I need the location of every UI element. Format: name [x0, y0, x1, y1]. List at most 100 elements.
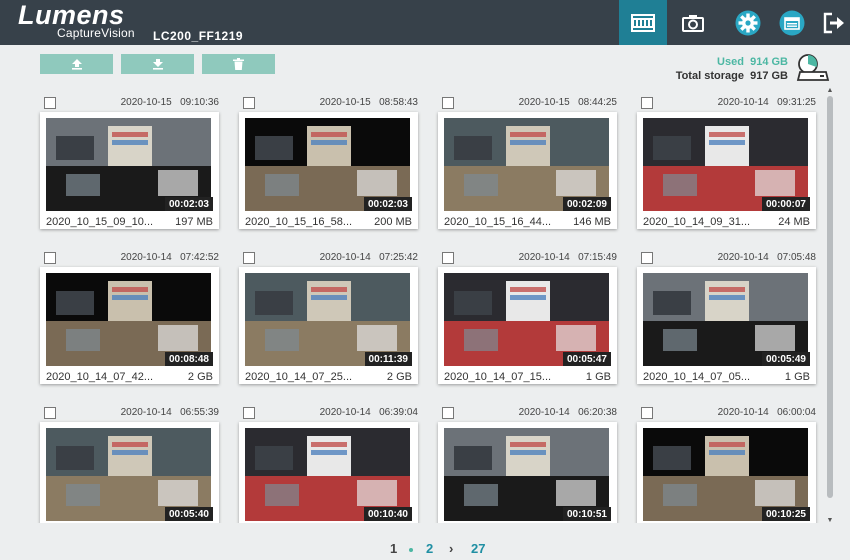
upload-button[interactable]	[40, 54, 113, 74]
recording-card[interactable]: 2020-10-14 06:55:39 00:05:40	[40, 400, 219, 523]
file-size: 2 GB	[187, 371, 213, 383]
next-page-chevron-icon[interactable]: ›	[449, 541, 453, 556]
video-duration: 00:10:51	[562, 507, 611, 521]
storage-used-label: Used	[717, 56, 744, 68]
grid-scrollbar[interactable]: ▲ ▼	[824, 86, 836, 526]
scrollbar-thumb[interactable]	[827, 96, 833, 498]
scroll-up-arrow-icon[interactable]: ▲	[824, 86, 836, 96]
select-checkbox[interactable]	[442, 407, 454, 419]
file-name: 2020_10_15_16_58...	[245, 216, 353, 228]
video-duration: 00:10:25	[761, 507, 810, 521]
recording-card-body[interactable]: 00:11:39 2020_10_14_07_25... 2 GB	[239, 267, 418, 384]
settings-gear-icon	[735, 10, 761, 35]
video-duration: 00:11:39	[364, 352, 412, 366]
page-next-number[interactable]: 2	[426, 541, 433, 556]
download-button[interactable]	[121, 54, 194, 74]
nav-recordings-button[interactable]	[619, 0, 667, 45]
select-checkbox[interactable]	[44, 407, 56, 419]
recording-card-body[interactable]: 00:10:25	[637, 422, 816, 523]
nav-camera-button[interactable]	[669, 0, 717, 45]
select-checkbox[interactable]	[44, 97, 56, 109]
recording-card[interactable]: 2020-10-14 07:42:52 00:08:48 2020_10_14_07…	[40, 245, 219, 384]
recording-card-header: 2020-10-14 07:25:42	[239, 245, 418, 267]
video-duration: 00:02:03	[164, 197, 213, 211]
recording-card[interactable]: 2020-10-14 07:05:48 00:05:49 2020_10_14_07…	[637, 245, 816, 384]
video-duration: 00:10:40	[363, 507, 412, 521]
select-checkbox[interactable]	[641, 252, 653, 264]
recording-card[interactable]: 2020-10-15 08:44:25 00:02:09 2020_10_15_16…	[438, 90, 617, 229]
video-duration: 00:02:03	[363, 197, 412, 211]
video-duration: 00:05:47	[562, 352, 611, 366]
recording-card-header: 2020-10-15 09:10:36	[40, 90, 219, 112]
storage-info: Used 914 GB Total storage 917 GB	[676, 55, 788, 83]
file-size: 1 GB	[585, 371, 611, 383]
storage-used-value: 914 GB	[750, 56, 788, 68]
recording-card-header: 2020-10-14 07:15:49	[438, 245, 617, 267]
recording-card-body[interactable]: 00:02:03 2020_10_15_16_58... 200 MB	[239, 112, 418, 229]
delete-icon	[233, 58, 244, 70]
recording-card-header: 2020-10-14 06:55:39	[40, 400, 219, 422]
camera-icon	[682, 14, 704, 32]
recording-datetime: 2020-10-14 07:25:42	[319, 252, 418, 263]
page-current[interactable]: 1	[390, 541, 397, 556]
recording-card-body[interactable]: 00:05:49 2020_10_14_07_05... 1 GB	[637, 267, 816, 384]
file-name: 2020_10_14_09_31...	[643, 216, 751, 228]
recording-datetime: 2020-10-14 07:05:48	[717, 252, 816, 263]
recording-datetime: 2020-10-14 06:20:38	[518, 407, 617, 418]
nav-settings-button[interactable]	[724, 0, 772, 45]
select-checkbox[interactable]	[243, 407, 255, 419]
recording-card[interactable]: 2020-10-14 09:31:25 00:00:07 2020_10_14_09…	[637, 90, 816, 229]
recording-card-header: 2020-10-15 08:44:25	[438, 90, 617, 112]
recording-datetime: 2020-10-14 06:00:04	[717, 407, 816, 418]
file-name: 2020_10_14_07_42...	[46, 371, 154, 383]
recording-datetime: 2020-10-15 09:10:36	[120, 97, 219, 108]
recording-card-header: 2020-10-15 08:58:43	[239, 90, 418, 112]
select-checkbox[interactable]	[44, 252, 56, 264]
recording-datetime: 2020-10-14 06:55:39	[120, 407, 219, 418]
file-size: 146 MB	[573, 216, 611, 228]
recording-card[interactable]: 2020-10-14 06:39:04 00:10:40	[239, 400, 418, 523]
select-checkbox[interactable]	[641, 407, 653, 419]
select-checkbox[interactable]	[442, 97, 454, 109]
select-checkbox[interactable]	[641, 97, 653, 109]
recording-card-body[interactable]: 00:10:40	[239, 422, 418, 523]
page-last-number[interactable]: 27	[471, 541, 485, 556]
recording-card-header: 2020-10-14 09:31:25	[637, 90, 816, 112]
recording-card-body[interactable]: 00:00:07 2020_10_14_09_31... 24 MB	[637, 112, 816, 229]
recording-card[interactable]: 2020-10-14 07:15:49 00:05:47 2020_10_14_07…	[438, 245, 617, 384]
delete-button[interactable]	[202, 54, 275, 74]
recording-card-body[interactable]: 00:05:40	[40, 422, 219, 523]
file-name: 2020_10_15_16_44...	[444, 216, 552, 228]
logout-icon	[823, 12, 844, 33]
select-checkbox[interactable]	[442, 252, 454, 264]
download-icon	[152, 59, 163, 70]
video-duration: 00:08:48	[164, 352, 213, 366]
select-checkbox[interactable]	[243, 252, 255, 264]
recording-card-body[interactable]: 00:05:47 2020_10_14_07_15... 1 GB	[438, 267, 617, 384]
recording-card-header: 2020-10-14 06:00:04	[637, 400, 816, 422]
recording-card-body[interactable]: 00:02:03 2020_10_15_09_10... 197 MB	[40, 112, 219, 229]
recording-card[interactable]: 2020-10-14 06:00:04 00:10:25	[637, 400, 816, 523]
recording-datetime: 2020-10-14 06:39:04	[319, 407, 418, 418]
recording-card-header: 2020-10-14 07:42:52	[40, 245, 219, 267]
file-size: 200 MB	[374, 216, 412, 228]
recording-card[interactable]: 2020-10-14 06:20:38 00:10:51	[438, 400, 617, 523]
recording-card-body[interactable]: 00:10:51	[438, 422, 617, 523]
recording-card[interactable]: 2020-10-15 09:10:36 00:02:03 2020_10_15_09…	[40, 90, 219, 229]
recording-card-header: 2020-10-14 07:05:48	[637, 245, 816, 267]
recording-card[interactable]: 2020-10-15 08:58:43 00:02:03 2020_10_15_16…	[239, 90, 418, 229]
nav-logout-button[interactable]	[810, 0, 850, 45]
scroll-down-arrow-icon[interactable]: ▼	[824, 516, 836, 526]
recording-card-body[interactable]: 00:02:09 2020_10_15_16_44... 146 MB	[438, 112, 617, 229]
recording-card[interactable]: 2020-10-14 07:25:42 00:11:39 2020_10_14_07…	[239, 245, 418, 384]
recording-datetime: 2020-10-14 09:31:25	[717, 97, 816, 108]
recording-card-body[interactable]: 00:08:48 2020_10_14_07_42... 2 GB	[40, 267, 219, 384]
storage-drive-icon	[796, 54, 830, 81]
nav-media-files-button[interactable]	[768, 0, 816, 45]
recordings-icon	[631, 13, 655, 32]
recording-card-header: 2020-10-14 06:20:38	[438, 400, 617, 422]
file-name: 2020_10_14_07_15...	[444, 371, 552, 383]
pagination: 1 2 › 27	[0, 541, 850, 559]
select-checkbox[interactable]	[243, 97, 255, 109]
file-name: 2020_10_14_07_25...	[245, 371, 353, 383]
